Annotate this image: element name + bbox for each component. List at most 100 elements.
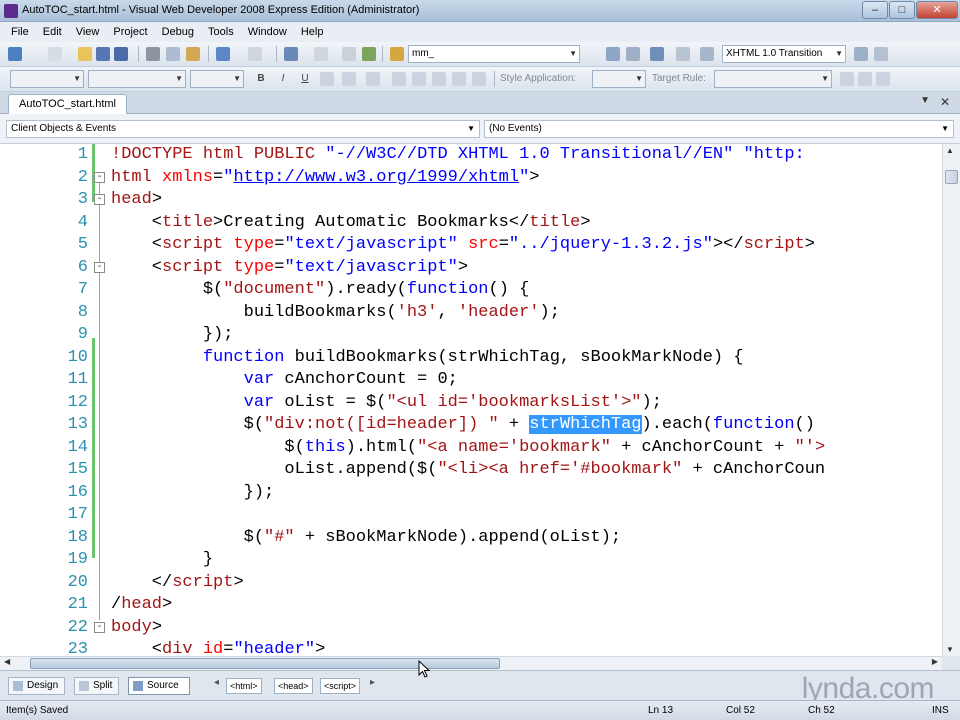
menu-file[interactable]: File [4, 26, 36, 38]
code-line[interactable]: 13 $("div:not([id=header]) " + strWhichT… [0, 414, 940, 437]
start-debugging-icon[interactable] [342, 47, 356, 61]
menu-help[interactable]: Help [294, 26, 331, 38]
find-icon[interactable] [390, 47, 404, 61]
tab-list-icon[interactable]: ▼ [920, 95, 930, 106]
menu-tools[interactable]: Tools [201, 26, 241, 38]
show-overlay-icon[interactable] [876, 72, 890, 86]
split-view-button[interactable]: Split [74, 677, 120, 695]
collapse-icon[interactable]: - [94, 171, 105, 183]
menu-project[interactable]: Project [106, 26, 154, 38]
indent-icon[interactable] [452, 72, 466, 86]
outdent-icon[interactable] [432, 72, 446, 86]
code-line[interactable]: 12 var oList = $("<ul id='bookmarksList'… [0, 392, 940, 415]
collapse-icon[interactable]: - [94, 194, 105, 205]
font-name-combo[interactable]: ▼ [88, 70, 186, 88]
check-accessibility-icon[interactable] [854, 47, 868, 61]
code-line[interactable]: 17 [0, 504, 940, 527]
bulleted-list-icon[interactable] [412, 72, 426, 86]
font-size-combo[interactable]: ▼ [190, 70, 244, 88]
redo-icon[interactable] [248, 47, 262, 61]
block-format-combo[interactable]: ▼ [10, 70, 84, 88]
code-line[interactable]: 15 oList.append($("<li><a href='#bookmar… [0, 459, 940, 482]
view-in-browser-icon[interactable] [362, 47, 376, 61]
menu-window[interactable]: Window [241, 26, 294, 38]
justify-icon[interactable] [366, 72, 380, 86]
doctype-combo[interactable]: XHTML 1.0 Transition ▼ [722, 45, 846, 63]
code-line[interactable]: 22- body> [0, 617, 940, 640]
apply-style-icon[interactable] [858, 72, 872, 86]
open-folder-icon[interactable] [78, 47, 92, 61]
code-line[interactable]: 8 buildBookmarks('h3', 'header'); [0, 302, 940, 325]
properties-icon[interactable] [626, 47, 640, 61]
new-project-icon[interactable] [8, 47, 22, 61]
copy-icon[interactable] [166, 47, 180, 61]
events-combo[interactable]: (No Events) ▼ [484, 120, 954, 138]
code-line[interactable]: 6- <script type="text/javascript"> [0, 257, 940, 280]
code-line[interactable]: 10 function buildBookmarks(strWhichTag, … [0, 347, 940, 370]
code-line[interactable]: 18 $("#" + sBookMarkNode).append(oList); [0, 527, 940, 550]
scroll-left-icon[interactable]: ◀ [4, 657, 10, 666]
chevron-left-icon[interactable]: ◂ [214, 677, 219, 688]
solution-explorer-icon[interactable] [606, 47, 620, 61]
toolbox-icon[interactable] [650, 47, 664, 61]
bold-button[interactable]: B [254, 72, 268, 86]
code-line[interactable]: 2- html xmlns="http://www.w3.org/1999/xht… [0, 167, 940, 190]
chevron-right-icon[interactable]: ▸ [370, 677, 375, 688]
code-line[interactable]: 3- head> [0, 189, 940, 212]
foreground-color-icon[interactable] [320, 72, 334, 86]
code-line[interactable]: 19 } [0, 549, 940, 572]
code-line[interactable]: 16 }); [0, 482, 940, 505]
design-view-button[interactable]: Design [8, 677, 66, 695]
menu-debug[interactable]: Debug [155, 26, 201, 38]
code-line[interactable]: 21/head> [0, 594, 940, 617]
code-line[interactable]: 5 <script type="text/javascript" src="..… [0, 234, 940, 257]
menu-view[interactable]: View [69, 26, 107, 38]
code-line[interactable]: 11 var cAnchorCount = 0; [0, 369, 940, 392]
horizontal-scrollbar[interactable]: ◀ ▶ [0, 656, 942, 670]
new-style-icon[interactable] [840, 72, 854, 86]
scroll-up-icon[interactable]: ▲ [946, 146, 954, 155]
navigate-backward-icon[interactable] [284, 47, 298, 61]
maximize-button[interactable]: □ [889, 1, 915, 19]
target-rule-combo[interactable]: ▼ [714, 70, 832, 88]
breadcrumb-script[interactable]: <script> [320, 678, 361, 694]
collapse-icon[interactable]: - [94, 261, 105, 273]
breadcrumb-html[interactable]: <html> [226, 678, 262, 694]
close-button[interactable]: ✕ [916, 1, 958, 19]
menu-edit[interactable]: Edit [36, 26, 69, 38]
hyperlink-icon[interactable] [472, 72, 486, 86]
source-view-button[interactable]: Source [128, 677, 190, 695]
scroll-down-icon[interactable]: ▼ [946, 645, 954, 654]
code-editor[interactable]: 1 !DOCTYPE html PUBLIC "-//W3C//DTD XHTML… [0, 144, 960, 656]
code-line[interactable]: 23 <div id="header"> [0, 639, 940, 656]
cut-icon[interactable] [146, 47, 160, 61]
paste-icon[interactable] [186, 47, 200, 61]
tab-autotoc-start[interactable]: AutoTOC_start.html [8, 94, 127, 114]
collapse-icon[interactable]: - [94, 621, 105, 633]
background-color-icon[interactable] [342, 72, 356, 86]
code-line[interactable]: 1 !DOCTYPE html PUBLIC "-//W3C//DTD XHTML… [0, 144, 940, 167]
code-line[interactable]: 9 }); [0, 324, 940, 347]
url-link[interactable]: http://www.w3.org/1999/xhtml [233, 168, 519, 187]
validation-icon[interactable] [700, 47, 714, 61]
style-application-combo[interactable]: ▼ [592, 70, 646, 88]
code-line[interactable]: 20 </script> [0, 572, 940, 595]
toolbar-options-icon[interactable] [874, 47, 888, 61]
code-line[interactable]: 14 $(this).html("<a name='bookmark" + cA… [0, 437, 940, 460]
find-combo[interactable]: mm_ ▼ [408, 45, 580, 63]
navigate-forward-icon[interactable] [314, 47, 328, 61]
save-all-icon[interactable] [114, 47, 128, 61]
scroll-right-icon[interactable]: ▶ [932, 657, 938, 666]
error-list-icon[interactable] [676, 47, 690, 61]
client-objects-combo[interactable]: Client Objects & Events ▼ [6, 120, 480, 138]
add-item-icon[interactable] [48, 47, 62, 61]
code-line[interactable]: 7 $("document").ready(function() { [0, 279, 940, 302]
code-line[interactable]: 4 <title>Creating Automatic Bookmarks</t… [0, 212, 940, 235]
close-document-icon[interactable]: ✕ [940, 95, 950, 109]
breadcrumb-head[interactable]: <head> [274, 678, 313, 694]
underline-button[interactable]: U [298, 72, 312, 86]
italic-button[interactable]: I [276, 72, 290, 86]
vertical-scroll-thumb[interactable] [945, 170, 958, 184]
save-icon[interactable] [96, 47, 110, 61]
minimize-button[interactable]: – [862, 1, 888, 19]
